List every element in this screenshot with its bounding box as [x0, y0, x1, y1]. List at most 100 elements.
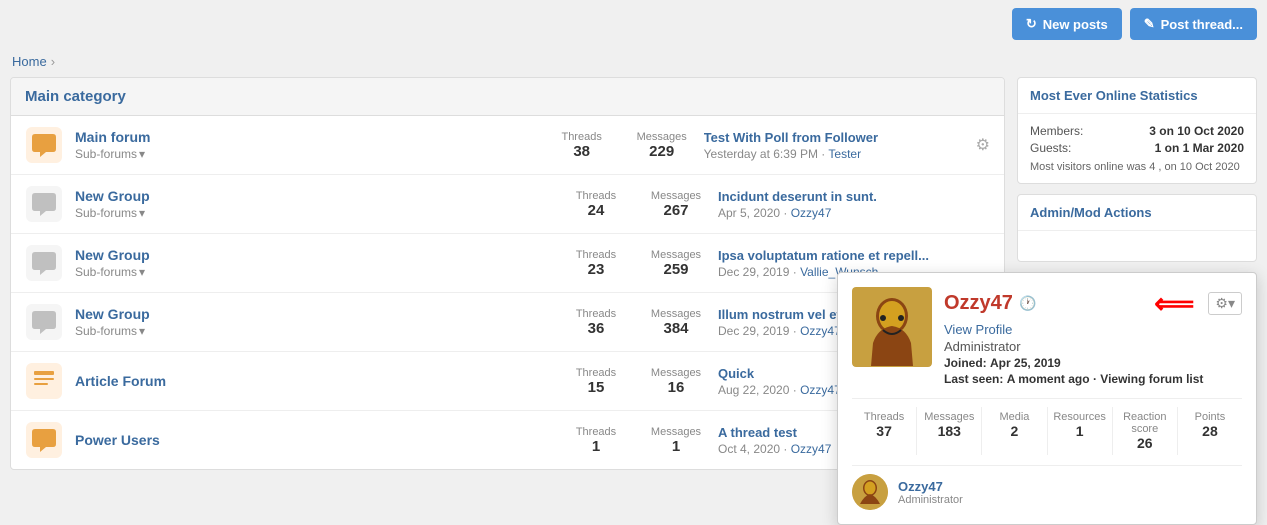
threads-label: Threads — [566, 367, 626, 379]
chevron-down-icon[interactable]: ▾ — [139, 147, 145, 161]
footer-username-link[interactable]: Ozzy47 — [898, 479, 943, 494]
guests-value: 1 on 1 Mar 2020 — [1155, 141, 1244, 155]
messages-stat-new-group-2: Messages 259 — [646, 249, 706, 278]
forum-title-new-group-2[interactable]: New Group — [75, 247, 150, 263]
guests-label: Guests: — [1030, 141, 1071, 155]
admin-actions-card: Admin/Mod Actions — [1017, 194, 1257, 262]
refresh-icon: ↻ — [1026, 16, 1037, 32]
admin-actions-body — [1018, 231, 1256, 261]
stat-label-reaction: Reaction score — [1113, 411, 1177, 435]
forum-icon-article-forum — [25, 362, 63, 400]
breadcrumb-separator: › — [51, 54, 55, 69]
latest-meta-new-group-1: Apr 5, 2020 · Ozzy47 — [718, 206, 978, 220]
breadcrumb-home[interactable]: Home — [12, 54, 47, 69]
forum-icon-power-users — [25, 421, 63, 459]
stat-value-reaction: 26 — [1113, 435, 1177, 451]
latest-title-main-forum[interactable]: Test With Poll from Follower — [704, 130, 964, 145]
online-stats-header: Most Ever Online Statistics — [1018, 78, 1256, 114]
threads-value: 15 — [566, 379, 626, 396]
post-thread-button[interactable]: ✎ Post thread... — [1130, 8, 1257, 40]
forum-info-new-group-3: New Group Sub-forums ▾ — [75, 306, 554, 338]
online-stats-card: Most Ever Online Statistics Members: 3 o… — [1017, 77, 1257, 184]
threads-stat-new-group-1: Threads 24 — [566, 190, 626, 219]
most-visitors-text: Most visitors online was 4 , on 10 Oct 2… — [1030, 161, 1244, 173]
view-profile-link[interactable]: View Profile — [944, 322, 1242, 337]
chevron-down-icon[interactable]: ▾ — [139, 324, 145, 338]
messages-value: 259 — [646, 261, 706, 278]
forum-title-main-forum[interactable]: Main forum — [75, 129, 150, 145]
right-panel: Most Ever Online Statistics Members: 3 o… — [1017, 77, 1257, 470]
messages-stat-new-group-1: Messages 267 — [646, 190, 706, 219]
forum-title-new-group-1[interactable]: New Group — [75, 188, 150, 204]
stat-label-messages: Messages — [917, 411, 981, 423]
forum-icon-new-group-2 — [25, 244, 63, 282]
messages-label: Messages — [632, 131, 692, 143]
forum-subforums-new-group-1: Sub-forums ▾ — [75, 206, 554, 220]
last-seen-value: A moment ago — [1007, 372, 1090, 386]
forum-title-article-forum[interactable]: Article Forum — [75, 373, 166, 389]
forum-row: Main forum Sub-forums ▾ Threads 38 Messa… — [11, 116, 1004, 175]
joined-value: Apr 25, 2019 — [990, 356, 1061, 370]
forum-info-new-group-2: New Group Sub-forums ▾ — [75, 247, 554, 279]
messages-value: 16 — [646, 379, 706, 396]
chevron-down-icon[interactable]: ▾ — [139, 206, 145, 220]
forum-latest-main-forum: Test With Poll from Follower Yesterday a… — [704, 130, 964, 161]
subforums-label: Sub-forums — [75, 265, 137, 279]
latest-user-main-forum[interactable]: Tester — [828, 147, 861, 161]
popup-gear-icon[interactable]: ⚙▾ — [1208, 292, 1242, 315]
user-popup-card: Ozzy47 🕐 ⟸ ⚙▾ View Profile Administrator… — [837, 272, 1257, 525]
threads-stat-new-group-3: Threads 36 — [566, 308, 626, 337]
forum-icon-main-forum — [25, 126, 63, 164]
latest-title-new-group-1[interactable]: Incidunt deserunt in sunt. — [718, 189, 978, 204]
stat-label-media: Media — [982, 411, 1046, 423]
forum-icon-new-group-3 — [25, 303, 63, 341]
online-stats-body: Members: 3 on 10 Oct 2020 Guests: 1 on 1… — [1018, 114, 1256, 183]
forum-title-power-users[interactable]: Power Users — [75, 432, 160, 448]
popup-header: Ozzy47 🕐 ⟸ ⚙▾ View Profile Administrator… — [852, 287, 1242, 388]
stat-label-resources: Resources — [1048, 411, 1112, 423]
threads-label: Threads — [552, 131, 612, 143]
threads-stat-new-group-2: Threads 23 — [566, 249, 626, 278]
popup-stat-threads: Threads 37 — [852, 407, 917, 455]
last-seen-label: Last seen: — [944, 372, 1003, 386]
latest-user-article-forum[interactable]: Ozzy47 — [800, 383, 841, 397]
stat-value-resources: 1 — [1048, 423, 1112, 439]
chevron-down-icon[interactable]: ▾ — [139, 265, 145, 279]
latest-title-new-group-2[interactable]: Ipsa voluptatum ratione et repell... — [718, 248, 978, 263]
stat-value-points: 28 — [1178, 423, 1242, 439]
forum-stats-new-group-3: Threads 36 Messages 384 — [566, 308, 706, 337]
forum-title-new-group-3[interactable]: New Group — [75, 306, 150, 322]
forum-icon-new-group-1 — [25, 185, 63, 223]
threads-stat-article-forum: Threads 15 — [566, 367, 626, 396]
threads-label: Threads — [566, 190, 626, 202]
messages-value: 229 — [632, 143, 692, 160]
latest-user-new-group-3[interactable]: Ozzy47 — [800, 324, 841, 338]
messages-value: 384 — [646, 320, 706, 337]
popup-joined: Joined: Apr 25, 2019 — [944, 356, 1242, 370]
new-posts-label: New posts — [1043, 17, 1108, 32]
popup-role: Administrator — [944, 339, 1242, 354]
forum-info-new-group-1: New Group Sub-forums ▾ — [75, 188, 554, 220]
threads-value: 38 — [552, 143, 612, 160]
messages-value: 1 — [646, 438, 706, 455]
settings-icon-main-forum[interactable]: ⚙ — [976, 135, 990, 155]
popup-stat-points: Points 28 — [1178, 407, 1242, 455]
subforums-label: Sub-forums — [75, 324, 137, 338]
category-title: Main category — [25, 88, 990, 105]
threads-label: Threads — [566, 308, 626, 320]
new-posts-button[interactable]: ↻ New posts — [1012, 8, 1122, 40]
latest-user-new-group-1[interactable]: Ozzy47 — [791, 206, 832, 220]
members-stat-row: Members: 3 on 10 Oct 2020 — [1030, 124, 1244, 138]
online-stats-title: Most Ever Online Statistics — [1030, 88, 1244, 103]
threads-stat-power-users: Threads 1 — [566, 426, 626, 455]
popup-stat-media: Media 2 — [982, 407, 1047, 455]
members-label: Members: — [1030, 124, 1083, 138]
stat-label-points: Points — [1178, 411, 1242, 423]
last-seen-suffix: · Viewing forum list — [1093, 372, 1203, 386]
clock-icon: 🕐 — [1019, 295, 1036, 312]
forum-stats-main-forum: Threads 38 Messages 229 — [552, 131, 692, 160]
messages-stat-article-forum: Messages 16 — [646, 367, 706, 396]
messages-stat-power-users: Messages 1 — [646, 426, 706, 455]
popup-footer-user-info: Ozzy47 Administrator — [898, 479, 963, 506]
latest-user-power-users[interactable]: Ozzy47 — [791, 442, 832, 456]
